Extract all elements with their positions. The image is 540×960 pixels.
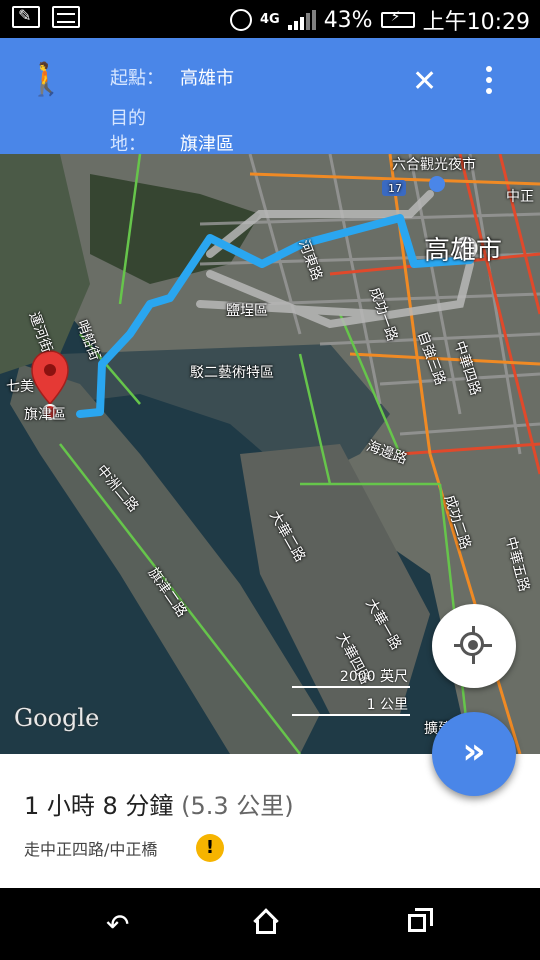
destination-value[interactable]: 旗津區 [180, 134, 234, 155]
google-attribution: Google [14, 704, 100, 732]
origin-row[interactable]: 起點： 高雄市 [110, 64, 234, 90]
duration-text: 1 小時 8 分鐘 [24, 792, 174, 820]
map-label: 鹽埕區 [226, 303, 268, 319]
directions-header: 🚶 起點： 高雄市 目的地： 旗津區 ✕ [0, 38, 540, 156]
map-scale: 2000 英尺 1 公里 [292, 669, 412, 716]
scale-metric: 1 公里 [366, 697, 408, 713]
map-label: 六合觀光夜市 [392, 157, 476, 173]
edit-notification-icon [12, 6, 40, 28]
network-type: 4G [259, 12, 280, 27]
navigate-icon[interactable]: » [432, 712, 516, 796]
map-view[interactable]: 六合觀光夜市 中正 17 高雄市 河東路 鹽埕區 駁二藝術特區 成功一路 自強三… [0, 154, 540, 754]
warning-icon[interactable]: ! [196, 834, 224, 862]
battery-percent: 43% [323, 7, 373, 33]
close-icon[interactable]: ✕ [412, 64, 437, 99]
clock: 上午10:29 [422, 10, 530, 35]
nfc-icon [229, 9, 252, 31]
route-via: 走中正四路/中正橋 [24, 840, 158, 859]
map-label: 中正 [506, 189, 534, 205]
route-shield: 17 [388, 182, 402, 195]
signal-icon [287, 10, 316, 30]
scale-imperial: 2000 英尺 [339, 669, 408, 685]
route-duration: 1 小時 8 分鐘 (5.3 公里) [24, 786, 294, 821]
walk-icon[interactable]: 🚶 [26, 60, 66, 98]
image-notification-icon [52, 6, 80, 28]
battery-charging-icon [380, 9, 415, 28]
origin-value[interactable]: 高雄市 [180, 68, 234, 89]
recent-apps-icon[interactable] [408, 908, 433, 932]
back-icon[interactable]: ↶ [106, 908, 129, 941]
destination-label: 目的地： [110, 108, 146, 155]
home-icon[interactable] [256, 912, 280, 934]
destination-row[interactable]: 目的地： 旗津區 [110, 104, 234, 156]
map-label: 七美 [6, 379, 34, 395]
map-label-city: 高雄市 [424, 236, 503, 266]
more-vert-icon[interactable] [486, 66, 492, 99]
system-nav-bar: ↶ [0, 888, 540, 960]
map-label: 旗津區 [24, 407, 66, 423]
origin-label: 起點： [110, 68, 164, 89]
map-label: 駁二藝術特區 [190, 365, 274, 381]
status-bar: 4G 43% 上午10:29 [0, 0, 540, 38]
distance-text: (5.3 公里) [181, 792, 294, 820]
my-location-icon[interactable] [432, 604, 516, 688]
